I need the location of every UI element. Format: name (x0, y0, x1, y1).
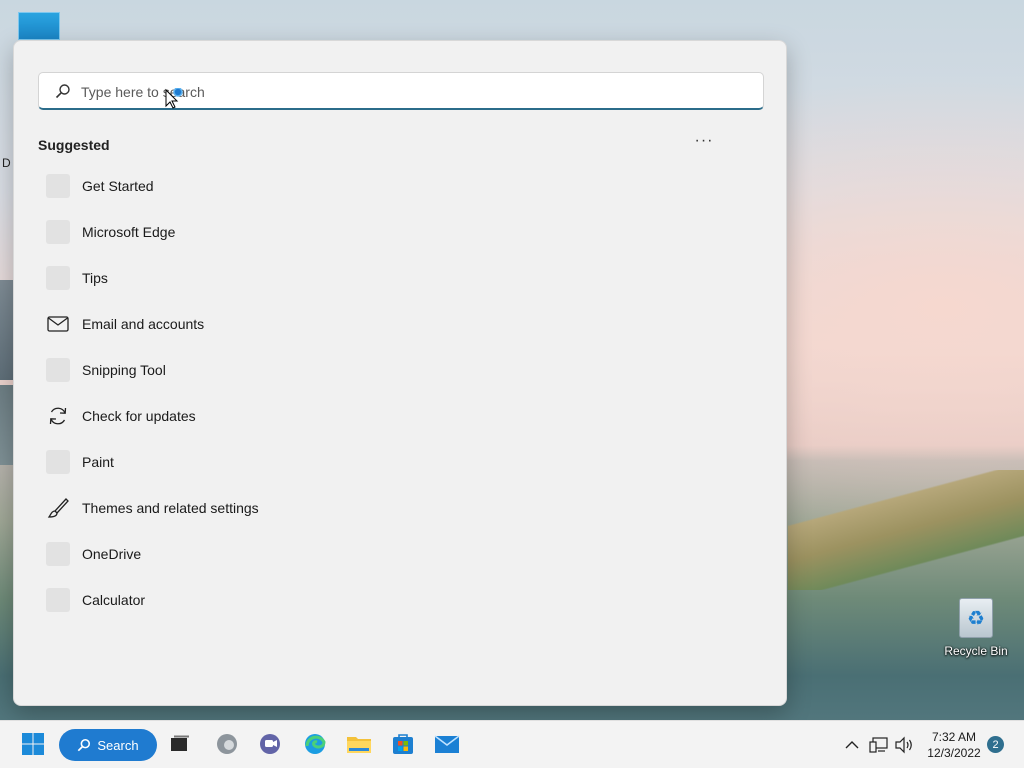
list-item-label: Themes and related settings (82, 500, 259, 516)
microsoft-edge-icon (46, 220, 70, 244)
list-item-onedrive[interactable]: OneDrive (46, 531, 466, 577)
brush-icon (46, 496, 70, 520)
list-item-label: Get Started (82, 178, 154, 194)
list-item-get-started[interactable]: Get Started (46, 163, 466, 209)
taskbar-clock[interactable]: 7:32 AM 12/3/2022 (922, 729, 986, 761)
recycle-bin-shortcut[interactable]: ♻ Recycle Bin (941, 598, 1011, 658)
list-item-label: Tips (82, 270, 108, 286)
file-explorer-icon[interactable] (346, 731, 372, 757)
list-item-themes[interactable]: Themes and related settings (46, 485, 466, 531)
list-item-calculator[interactable]: Calculator (46, 577, 466, 623)
task-view-icon[interactable] (167, 731, 193, 757)
volume-icon[interactable] (894, 735, 914, 755)
search-icon (78, 738, 91, 752)
taskbar-search-button[interactable]: Search (59, 729, 157, 761)
list-item-tips[interactable]: Tips (46, 255, 466, 301)
onedrive-icon (46, 542, 70, 566)
teams-chat-icon[interactable] (257, 731, 283, 757)
show-hidden-icons-chevron-icon[interactable] (842, 735, 862, 755)
taskbar-search-label: Search (97, 737, 139, 753)
desktop-partial-label: D (2, 156, 11, 170)
list-item-snipping-tool[interactable]: Snipping Tool (46, 347, 466, 393)
wallpaper-shore (788, 470, 1024, 590)
get-started-icon (46, 174, 70, 198)
list-item-label: OneDrive (82, 546, 142, 562)
desktop-shortcut-icon[interactable] (18, 12, 60, 40)
recycle-bin-icon: ♻ (959, 598, 993, 638)
notification-count-badge[interactable]: 2 (987, 736, 1004, 753)
edge-icon[interactable] (302, 731, 328, 757)
list-item-label: Email and accounts (82, 316, 205, 332)
list-item-paint[interactable]: Paint (46, 439, 466, 485)
taskbar: Search 7:32 AM 12/3/2022 2 (0, 720, 1024, 768)
list-item-email-and-accounts[interactable]: Email and accounts (46, 301, 466, 347)
start-search-panel: Suggested ··· Get Started Microsoft Edge… (13, 40, 787, 706)
list-item-label: Paint (82, 454, 114, 470)
list-item-check-for-updates[interactable]: Check for updates (46, 393, 466, 439)
network-icon[interactable] (869, 735, 889, 755)
suggested-heading: Suggested (38, 137, 110, 153)
list-item-label: Microsoft Edge (82, 224, 176, 240)
clock-date: 12/3/2022 (927, 746, 981, 760)
list-item-label: Calculator (82, 592, 146, 608)
search-icon (55, 84, 70, 99)
suggested-list: Get Started Microsoft Edge Tips Email an… (46, 163, 466, 623)
snipping-tool-icon (46, 358, 70, 382)
mail-icon (46, 312, 70, 336)
recycle-bin-label: Recycle Bin (944, 644, 1008, 658)
desktop-wallpaper-fragment (0, 280, 13, 380)
edge-beta-icon[interactable] (214, 731, 240, 757)
windows-start-icon[interactable] (20, 731, 46, 757)
list-item-label: Check for updates (82, 408, 196, 424)
more-options-button[interactable]: ··· (691, 133, 717, 154)
refresh-icon (46, 404, 70, 428)
paint-icon (46, 450, 70, 474)
search-box[interactable] (38, 72, 764, 110)
calculator-icon (46, 588, 70, 612)
mail-icon[interactable] (434, 731, 460, 757)
mouse-cursor-busy-icon (165, 88, 183, 109)
list-item-microsoft-edge[interactable]: Microsoft Edge (46, 209, 466, 255)
microsoft-store-icon[interactable] (390, 731, 416, 757)
clock-time: 7:32 AM (931, 730, 977, 744)
tips-icon (46, 266, 70, 290)
list-item-label: Snipping Tool (82, 362, 166, 378)
desktop-wallpaper-fragment (0, 385, 13, 465)
